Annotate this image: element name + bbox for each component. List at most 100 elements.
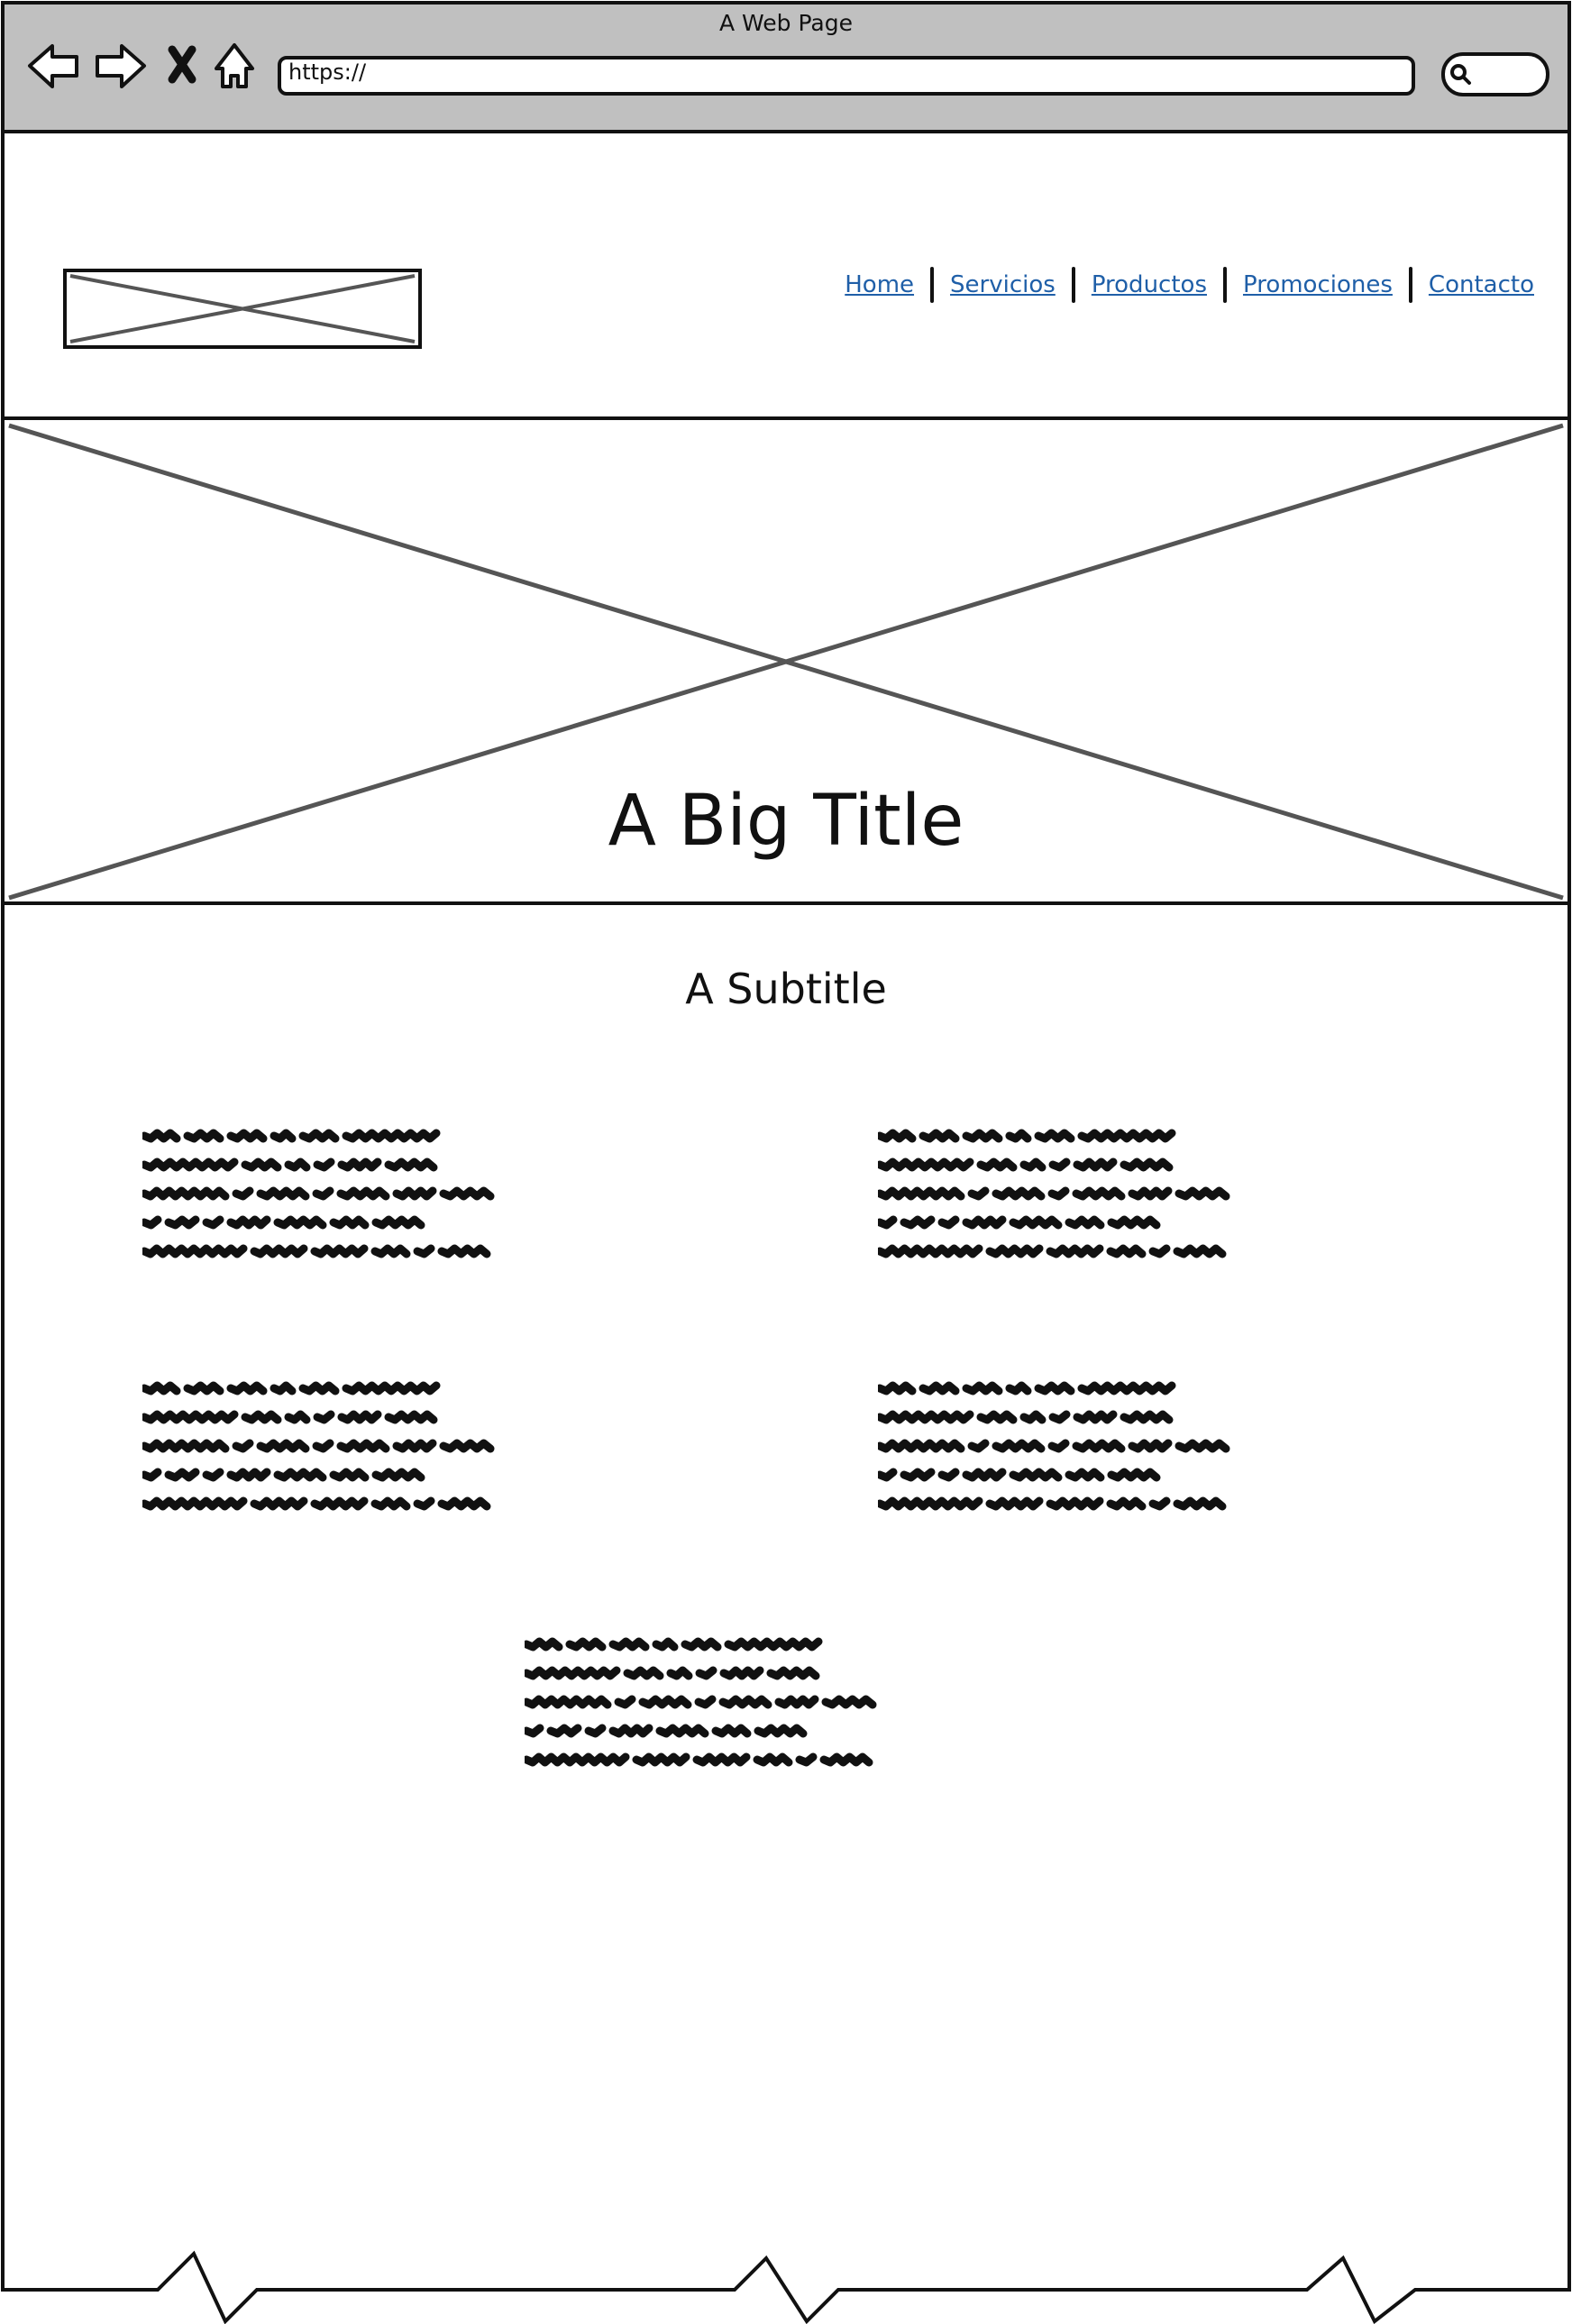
scribble-word bbox=[1173, 1244, 1227, 1258]
scribble-word bbox=[1073, 1410, 1118, 1424]
scribble-word bbox=[919, 1381, 960, 1395]
scribble-word bbox=[142, 1439, 230, 1453]
scribble-word bbox=[992, 1186, 1046, 1201]
scribble-word bbox=[241, 1157, 282, 1172]
scribble-word bbox=[525, 1666, 621, 1680]
scribble-word bbox=[284, 1157, 311, 1172]
scribble-word bbox=[652, 1637, 679, 1652]
scribble-word bbox=[202, 1215, 224, 1230]
scribble-word bbox=[384, 1157, 438, 1172]
scribble-word bbox=[250, 1244, 308, 1258]
scribble-word bbox=[985, 1244, 1044, 1258]
scribble-word bbox=[256, 1186, 310, 1201]
scribble-word bbox=[976, 1410, 1018, 1424]
scribble-word bbox=[878, 1410, 974, 1424]
scribble-word bbox=[413, 1244, 435, 1258]
scribble-word bbox=[614, 1695, 636, 1709]
scribble-word bbox=[754, 1724, 808, 1738]
scribble-word bbox=[623, 1666, 664, 1680]
url-text[interactable]: https:// bbox=[288, 59, 366, 85]
scribble-word bbox=[312, 1439, 334, 1453]
text-block-placeholder bbox=[525, 1637, 877, 1767]
section-subtitle: A Subtitle bbox=[685, 965, 887, 1013]
scribble-word bbox=[878, 1468, 898, 1482]
scribble-word bbox=[392, 1186, 437, 1201]
scribble-word bbox=[371, 1215, 425, 1230]
scribble-word bbox=[1077, 1381, 1176, 1395]
scribble-word bbox=[962, 1215, 1007, 1230]
scribble-word bbox=[1148, 1244, 1171, 1258]
scribble-word bbox=[1128, 1186, 1173, 1201]
scribble-word bbox=[1106, 1244, 1147, 1258]
scribble-word bbox=[241, 1410, 282, 1424]
scribble-word bbox=[384, 1410, 438, 1424]
scribble-word bbox=[270, 1129, 297, 1143]
scribble-word bbox=[142, 1215, 162, 1230]
scribble-word bbox=[371, 1468, 425, 1482]
scribble-word bbox=[1019, 1410, 1046, 1424]
nav-link-home[interactable]: Home bbox=[845, 271, 914, 298]
text-block-placeholder bbox=[878, 1381, 1230, 1511]
scribble-word bbox=[370, 1496, 411, 1511]
scribble-word bbox=[202, 1468, 224, 1482]
nav-link-productos[interactable]: Productos bbox=[1092, 271, 1207, 298]
scribble-word bbox=[142, 1496, 248, 1511]
scribble-word bbox=[164, 1215, 200, 1230]
nav-separator bbox=[1071, 267, 1075, 303]
scribble-word bbox=[1128, 1439, 1173, 1453]
scribble-word bbox=[1065, 1468, 1105, 1482]
hero-title: A Big Title bbox=[608, 781, 964, 862]
scribble-word bbox=[1120, 1410, 1174, 1424]
scribble-word bbox=[937, 1215, 960, 1230]
scribble-word bbox=[1173, 1496, 1227, 1511]
scribble-word bbox=[985, 1496, 1044, 1511]
scribble-word bbox=[1148, 1496, 1171, 1511]
scribble-word bbox=[342, 1129, 441, 1143]
scribble-word bbox=[342, 1381, 441, 1395]
scribble-word bbox=[546, 1724, 582, 1738]
scribble-word bbox=[1107, 1215, 1161, 1230]
url-bar[interactable] bbox=[278, 56, 1415, 96]
nav-link-servicios[interactable]: Servicios bbox=[950, 271, 1056, 298]
scribble-word bbox=[337, 1157, 382, 1172]
scribble-word bbox=[1047, 1186, 1070, 1201]
scribble-word bbox=[1106, 1496, 1147, 1511]
browser-window-title: A Web Page bbox=[718, 10, 854, 36]
scribble-word bbox=[525, 1724, 544, 1738]
scribble-word bbox=[878, 1215, 898, 1230]
scribble-word bbox=[638, 1695, 692, 1709]
scribble-word bbox=[273, 1468, 327, 1482]
scribble-word bbox=[413, 1496, 435, 1511]
scribble-word bbox=[819, 1752, 873, 1767]
scribble-word bbox=[250, 1496, 308, 1511]
scribble-word bbox=[1046, 1244, 1104, 1258]
scribble-word bbox=[370, 1244, 411, 1258]
scribble-word bbox=[1046, 1496, 1104, 1511]
scribble-word bbox=[1034, 1381, 1075, 1395]
scribble-word bbox=[336, 1186, 390, 1201]
scribble-word bbox=[718, 1695, 772, 1709]
nav-separator bbox=[1408, 267, 1412, 303]
scribble-word bbox=[525, 1695, 612, 1709]
nav-link-contacto[interactable]: Contacto bbox=[1429, 271, 1534, 298]
scribble-word bbox=[976, 1157, 1018, 1172]
scribble-word bbox=[962, 1468, 1007, 1482]
text-block-placeholder bbox=[878, 1129, 1230, 1258]
scribble-word bbox=[919, 1129, 960, 1143]
scribble-word bbox=[608, 1724, 653, 1738]
scribble-word bbox=[753, 1752, 793, 1767]
scribble-word bbox=[329, 1468, 370, 1482]
scribble-word bbox=[1120, 1157, 1174, 1172]
scribble-word bbox=[608, 1637, 650, 1652]
scribble-word bbox=[525, 1752, 630, 1767]
scribble-word bbox=[1047, 1439, 1070, 1453]
scribble-word bbox=[878, 1439, 965, 1453]
nav-link-promociones[interactable]: Promociones bbox=[1243, 271, 1393, 298]
scribble-word bbox=[967, 1186, 990, 1201]
scribble-word bbox=[284, 1410, 311, 1424]
nav-separator bbox=[1222, 267, 1227, 303]
scribble-word bbox=[1073, 1157, 1118, 1172]
scribble-word bbox=[142, 1381, 181, 1395]
scribble-word bbox=[313, 1157, 335, 1172]
scribble-word bbox=[681, 1637, 722, 1652]
